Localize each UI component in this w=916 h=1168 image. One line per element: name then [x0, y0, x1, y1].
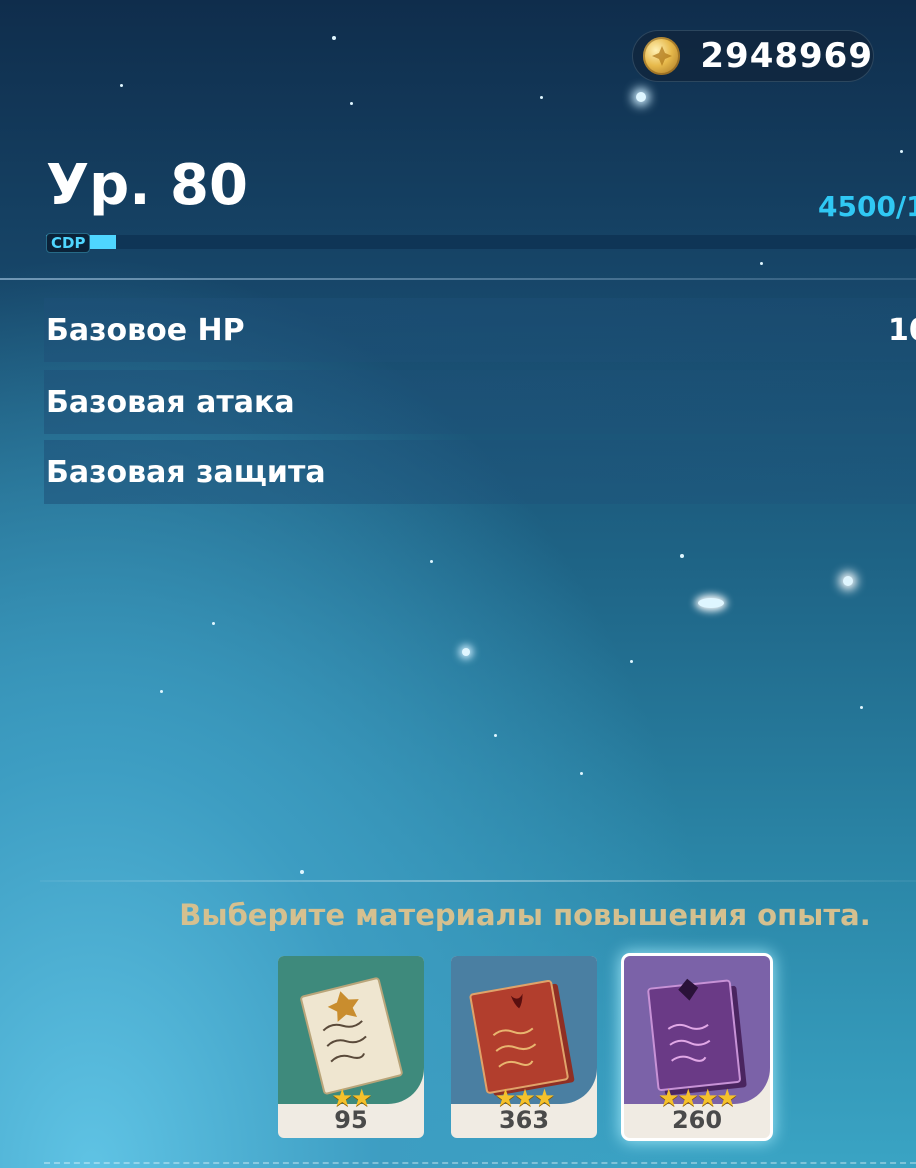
exp-value: 4500/1: [818, 190, 916, 223]
hint-divider: [40, 880, 916, 882]
section-divider: [0, 278, 916, 280]
stat-row-defense: Базовая защита: [44, 440, 916, 504]
material-art: [278, 956, 424, 1104]
exp-tag: CDP: [46, 233, 91, 253]
mora-amount: 2948969: [700, 36, 873, 76]
stat-label: Базовая защита: [46, 454, 326, 490]
material-card-adventurers-experience[interactable]: ★★★ 363: [451, 956, 597, 1138]
material-card-heros-wit[interactable]: ★★★★ 260: [624, 956, 770, 1138]
bottom-divider: [44, 1162, 916, 1164]
book-icon: [300, 977, 403, 1095]
book-icon: [469, 979, 575, 1096]
material-count: 363: [498, 1106, 550, 1134]
stat-row-attack: Базовая атака: [44, 370, 916, 434]
material-art: [451, 956, 597, 1104]
mora-coin-icon: [643, 37, 681, 75]
stat-label: Базовая атака: [46, 384, 295, 420]
select-materials-hint: Выберите материалы повышения опыта.: [179, 898, 871, 932]
mora-counter: 2948969: [632, 30, 874, 82]
stat-row-hp: Базовое HP 10: [44, 298, 916, 362]
material-card-wanderers-advice[interactable]: ★★ 95: [278, 956, 424, 1138]
level-title: Ур. 80: [46, 153, 248, 218]
material-count: 95: [334, 1106, 368, 1134]
book-icon: [647, 978, 747, 1096]
stat-label: Базовое HP: [46, 312, 245, 348]
material-count: 260: [671, 1106, 723, 1134]
material-art: [624, 956, 770, 1104]
exp-bar: CDP: [46, 233, 916, 253]
stat-value: 10: [888, 312, 916, 348]
